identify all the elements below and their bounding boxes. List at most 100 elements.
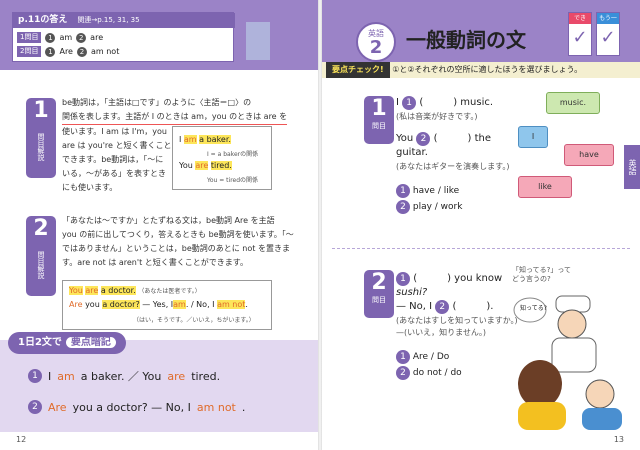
q2-example-row2: Are you a doctor? — Yes, Iam. / No, I am…: [69, 300, 248, 309]
right-header: 英語 2 一般動詞の文 できた！ ✓ もう一度！ ✓: [322, 0, 640, 62]
q2-line3-a: — No, I: [396, 301, 433, 312]
q1-line-1-jp: (私は音楽が好きです。): [396, 112, 478, 121]
point-check-text: ①と②それぞれの空所に適したほうを選びましょう。: [392, 65, 583, 74]
puzzle-piece-like: like: [518, 176, 572, 198]
memorize-num-1: 1: [28, 369, 42, 383]
memo1-d: are: [167, 369, 186, 383]
answer-q1-a1: am: [59, 33, 73, 42]
q2-ex2-complement: a doctor?: [102, 300, 140, 309]
answer-box: p.11の答え 関連→p.15, 31, 35 1問目 1 am 2 are 2問…: [12, 12, 235, 62]
q2-blank-num-1: 1: [396, 272, 410, 286]
q2-ex2-answer-b: am: [173, 300, 186, 309]
memo2-b: you a doctor? — No, I: [72, 400, 191, 414]
answer-row-2: 2問目 1 Are 2 am not: [17, 46, 119, 57]
q2-ex2-verb: Are: [69, 300, 83, 309]
q2-ex-complement: a doctor.: [100, 286, 136, 295]
q2-line: 「あなたは～ですか」とたずねる文は，be動詞 Are を主語: [62, 216, 275, 225]
q1-line-3: guitar.: [396, 147, 428, 158]
memorize-pill-sub: 要点暗記: [65, 337, 116, 348]
answer-q2-num2: 2: [76, 46, 87, 57]
q2-line-3: — No, I 2 ( ).: [396, 300, 493, 314]
memo1-e: tired.: [191, 369, 221, 383]
thought-bubble-line2: どう言うの?: [512, 275, 551, 283]
q1-badge: 1 問目: [364, 96, 394, 144]
memo2-a: Are: [48, 400, 67, 414]
q1-option-2-text: play / work: [412, 202, 463, 212]
answer-row-1: 1問目 1 am 2 are: [17, 32, 103, 43]
memorize-sentence-2: 2 Are you a doctor? — No, I am not.: [28, 400, 245, 414]
q1-explanation-num: 1: [33, 98, 49, 123]
q2-explanation-num: 2: [33, 216, 49, 241]
q2-line-5-jp: —(いいえ，知りません。): [396, 328, 487, 337]
q2-example-row1: You are a doctor. （あなたは医者です。）: [69, 286, 201, 295]
answer-q1-num1: 1: [45, 32, 56, 43]
q1-ex2-subject: You: [179, 161, 193, 170]
q2-ex2-answer-d: am not: [217, 300, 246, 309]
left-header: p.11の答え 関連→p.15, 31, 35 1問目 1 am 2 are 2問…: [0, 0, 318, 70]
q1-line-2: You 2 ( ) the: [396, 132, 491, 146]
hidden-answer-sticker[interactable]: [246, 22, 270, 60]
q1-explanation-badge: 1 問目解説: [26, 98, 56, 178]
q2-explanation-text: 「あなたは～ですか」とたずねる文は，be動詞 Are を主語 you の前に出し…: [62, 214, 312, 270]
q1-ex-subject: I: [179, 135, 182, 144]
q2-option-num-1: 1: [396, 350, 410, 364]
q1-line1-b: ( ) music.: [419, 97, 494, 108]
left-page: p.11の答え 関連→p.15, 31, 35 1問目 1 am 2 are 2問…: [0, 0, 318, 450]
check-again[interactable]: もう一度！ ✓: [596, 12, 620, 56]
q1-badge-label: 問目: [372, 122, 386, 130]
q1-ex2-complement: tired.: [210, 161, 232, 170]
q2-line1-text: ( ) you know: [413, 273, 503, 284]
puzzle-piece-music: music.: [546, 92, 600, 114]
answer-q2-num1: 1: [45, 46, 56, 57]
subject-side-tab[interactable]: 英語: [624, 145, 640, 189]
q1-ex-verb: am: [183, 135, 197, 144]
q2-ex-subject: You: [69, 286, 83, 295]
q2-line3-b: ( ).: [452, 301, 494, 312]
section-divider: [332, 248, 630, 249]
memorize-sentence-1: 1 Iam a baker. ／ You are tired.: [28, 368, 220, 384]
answer-q1-num2: 2: [76, 32, 87, 43]
memo1-c: a baker. ／ You: [80, 370, 162, 383]
puzzle-piece-i: I: [518, 126, 548, 148]
q1-ex-complement: a baker.: [199, 135, 231, 144]
q1-line: be動詞は，「主語は□です」のように〈主語＝□〉の: [62, 98, 252, 107]
q1-blank-num-1: 1: [402, 96, 417, 110]
q2-ex2-answer-e: .: [245, 300, 248, 309]
answer-q2-a2: am not: [90, 47, 120, 56]
q2-option-1[interactable]: 1 Are / Do: [396, 350, 449, 364]
q1-example-note1: I = a bakerの関係: [207, 151, 259, 158]
memorize-section: 1日2文で 要点暗記 1 Iam a baker. ／ You are tired. 2…: [0, 332, 318, 432]
answer-q1-a2: are: [90, 33, 104, 42]
check-done[interactable]: できた！ ✓: [568, 12, 592, 56]
puzzle-piece-have: have: [564, 144, 614, 166]
left-page-number: 12: [16, 435, 27, 444]
q1-line2-a: You: [396, 133, 414, 144]
q2-ex2-answer-c: . / No, I: [185, 300, 215, 309]
q2-option-2-text: do not / do: [412, 368, 462, 378]
q1-example-note2: You = tiredの関係: [207, 177, 259, 184]
answer-q1-tag: 1問目: [17, 32, 42, 43]
q2-ex2-answer-a: — Yes, I: [142, 300, 174, 309]
q2-line: ではありません」ということは，be動詞のあとに not を置きま: [62, 244, 290, 253]
q2-explanation-badge: 2 問目解説: [26, 216, 56, 296]
q1-line-1: I 1 ( ) music.: [396, 96, 493, 110]
q2-ex-verb: are: [85, 286, 99, 295]
q1-option-1[interactable]: 1 have / like: [396, 184, 459, 198]
q2-line: す。are not は aren't と短く書くことができます。: [62, 258, 248, 267]
memo2-d: .: [241, 400, 246, 414]
q1-option-2[interactable]: 2 play / work: [396, 200, 462, 214]
check-done-label: できた！: [569, 13, 591, 33]
q2-badge: 2 問目: [364, 270, 394, 318]
q2-option-2[interactable]: 2 do not / do: [396, 366, 462, 380]
q2-badge-num: 2: [371, 270, 387, 295]
q1-line-3-jp: (あなたはギターを演奏します。): [396, 162, 510, 171]
q1-line: 関係を表します。主語が I のときは am，you のときは are を: [62, 110, 288, 125]
memorize-pill: 1日2文で 要点暗記: [8, 332, 126, 354]
check-again-icon: ✓: [600, 27, 616, 48]
q1-example-row2: You are tired.: [179, 161, 232, 170]
point-check-bar: 要点チェック! ①と②それぞれの空所に適したほうを選びましょう。: [322, 62, 640, 78]
check-done-icon: ✓: [572, 27, 588, 48]
right-page: 英語 2 一般動詞の文 できた！ ✓ もう一度！ ✓ 要点チェック! ①と②それ…: [322, 0, 640, 450]
q1-option-1-text: have / like: [412, 186, 460, 196]
q2-example-box: You are a doctor. （あなたは医者です。） Are you a …: [62, 280, 272, 330]
